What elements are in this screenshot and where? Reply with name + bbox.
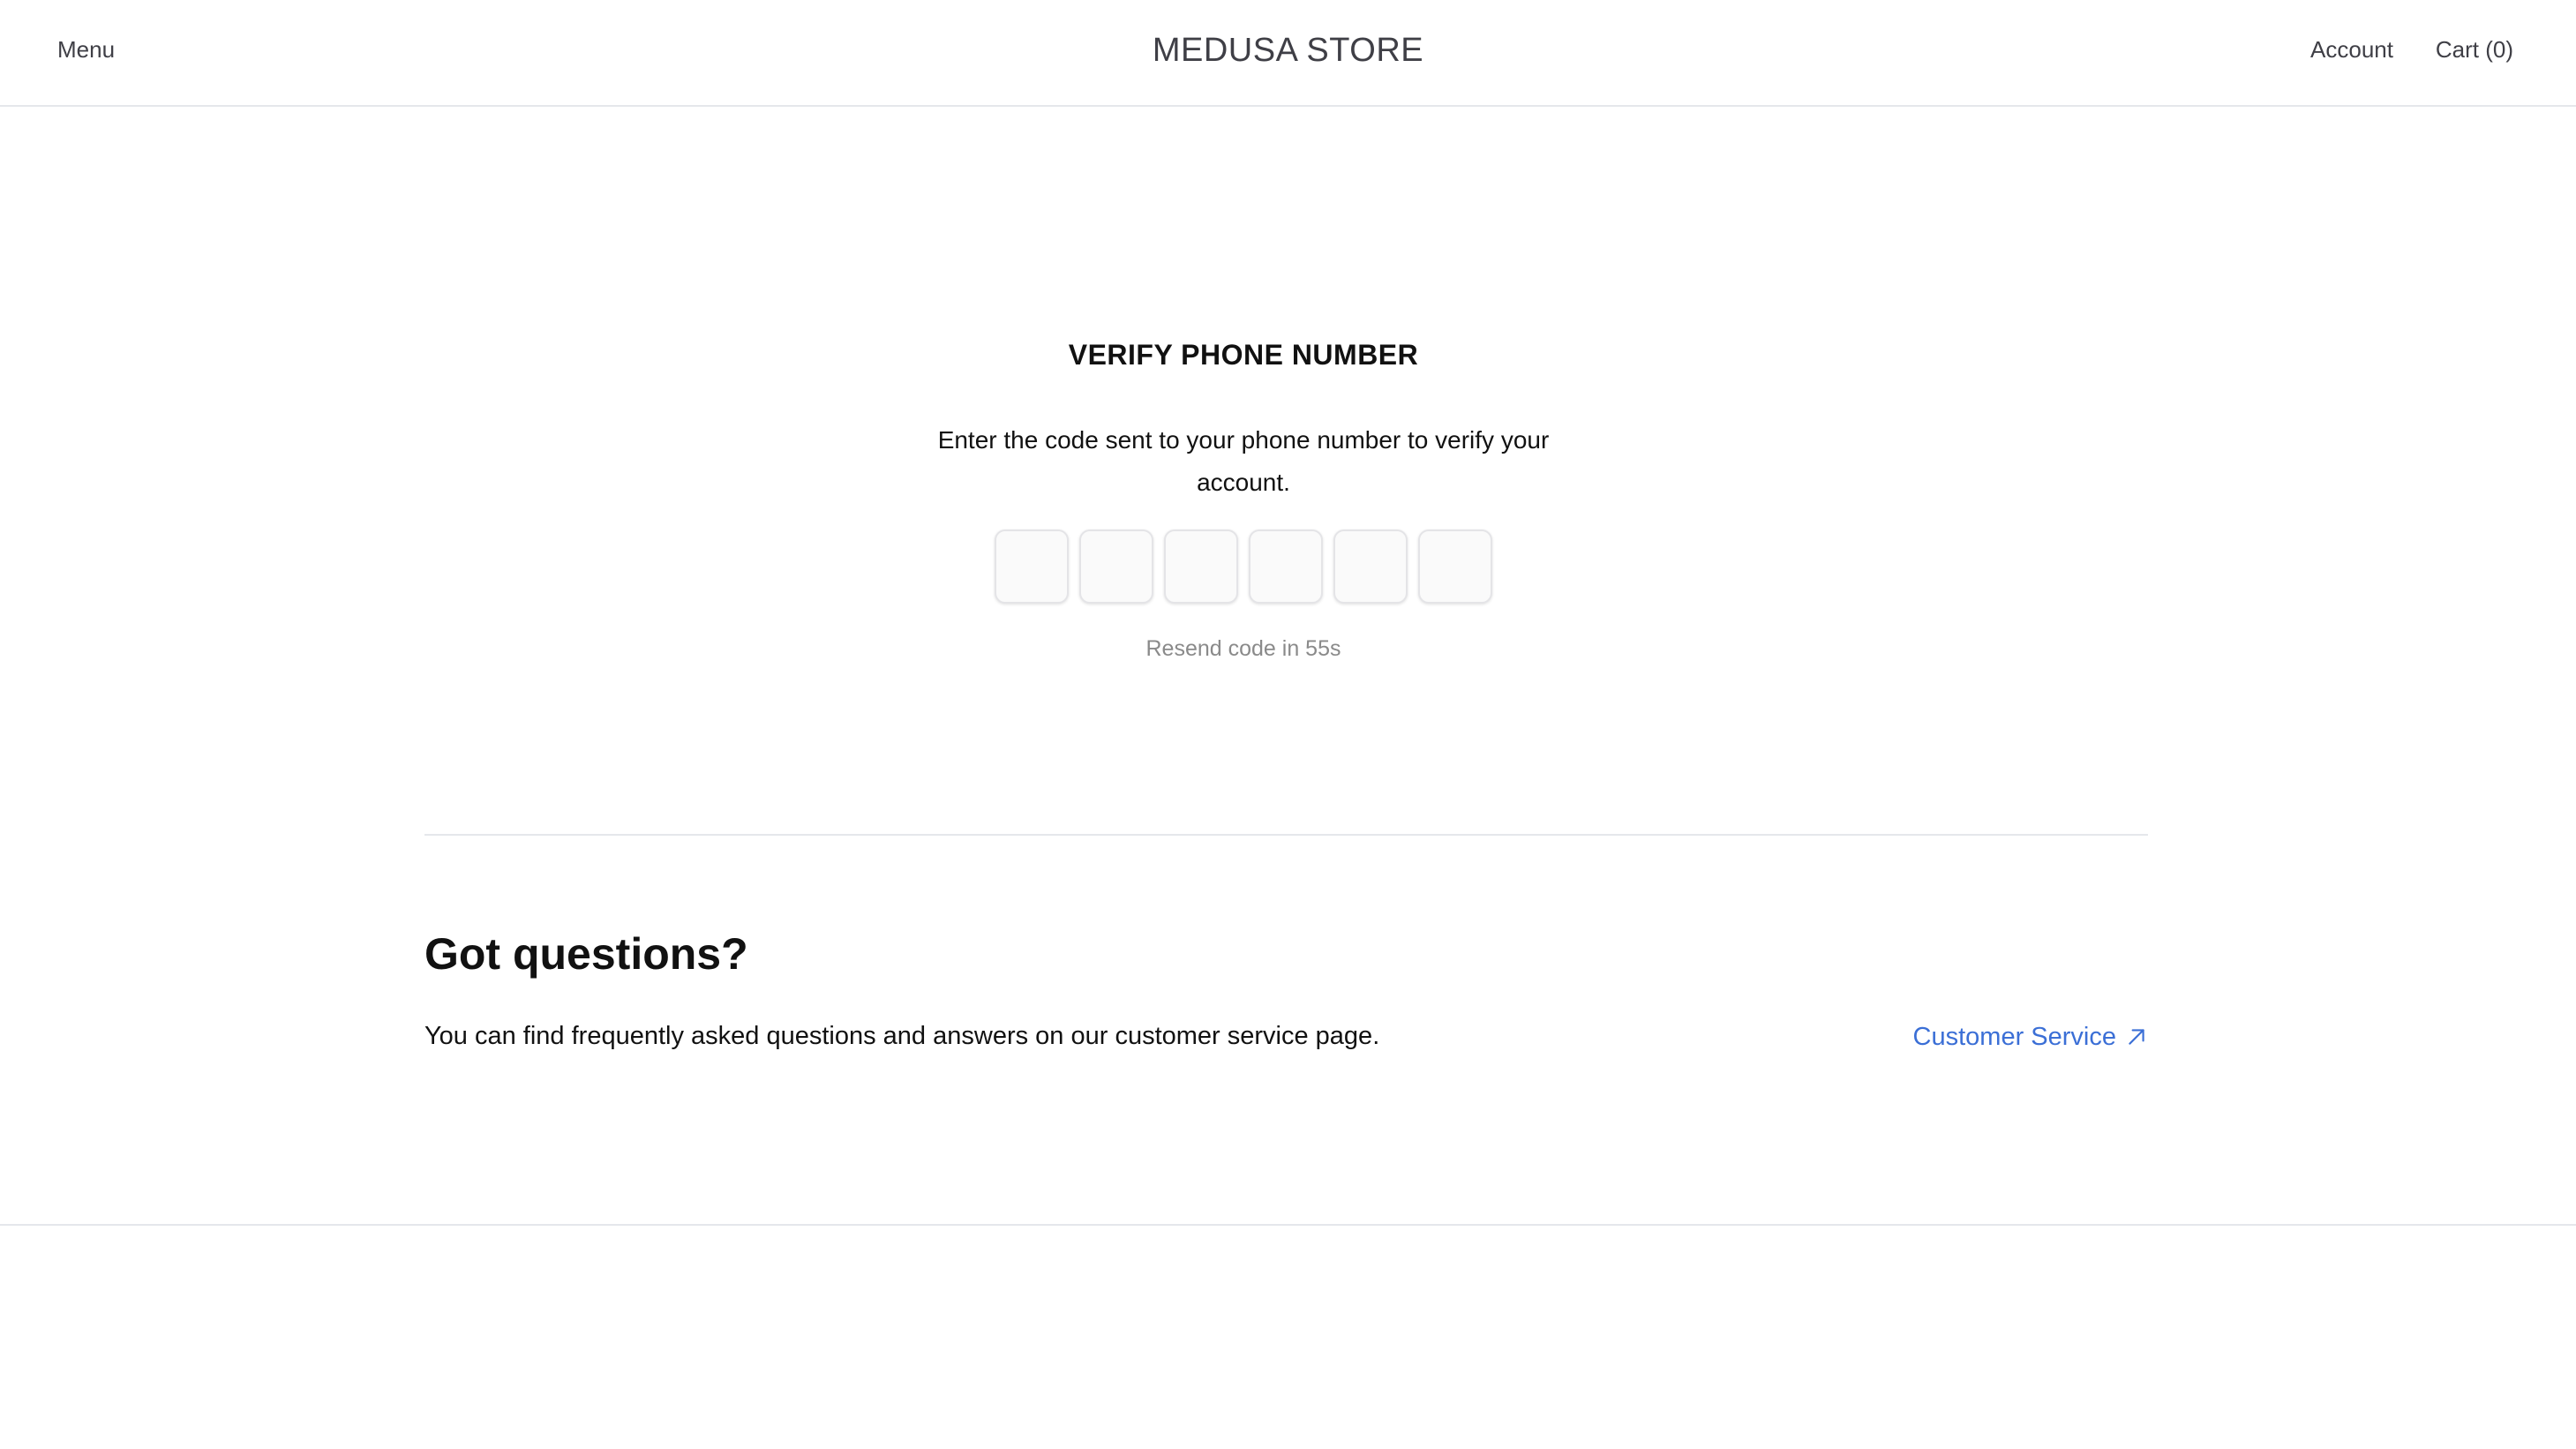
site-header: Menu MEDUSA STORE Account Cart (0)	[0, 0, 2576, 107]
otp-digit-1[interactable]	[995, 529, 1069, 604]
verify-description: Enter the code sent to your phone number…	[937, 426, 1550, 496]
arrow-up-right-icon	[2125, 1025, 2148, 1048]
cart-link[interactable]: Cart (0)	[2436, 34, 2513, 65]
otp-digit-2[interactable]	[1079, 529, 1153, 604]
page: Menu MEDUSA STORE Account Cart (0) VERIF…	[0, 0, 2576, 1449]
help-text: You can find frequently asked questions …	[424, 1022, 1380, 1050]
customer-service-link[interactable]: Customer Service	[1913, 1019, 2148, 1055]
customer-service-label: Customer Service	[1912, 1023, 2116, 1051]
otp-digit-3[interactable]	[1164, 529, 1238, 604]
otp-digit-4[interactable]	[1249, 529, 1323, 604]
store-logo-link[interactable]: MEDUSA STORE	[1153, 32, 1423, 69]
store-logo-wrapper: MEDUSA STORE	[0, 29, 2576, 71]
otp-digit-5[interactable]	[1333, 529, 1408, 604]
footer-divider	[0, 1224, 2576, 1226]
otp-digit-6[interactable]	[1418, 529, 1492, 604]
account-link[interactable]: Account	[2310, 34, 2393, 65]
menu-button[interactable]: Menu	[57, 34, 115, 65]
help-title: Got questions?	[424, 929, 748, 979]
verify-title: VERIFY PHONE NUMBER	[1068, 339, 1419, 371]
resend-countdown: Resend code in 55s	[1145, 636, 1341, 661]
section-divider	[424, 834, 2148, 836]
otp-input-group	[995, 529, 1492, 604]
